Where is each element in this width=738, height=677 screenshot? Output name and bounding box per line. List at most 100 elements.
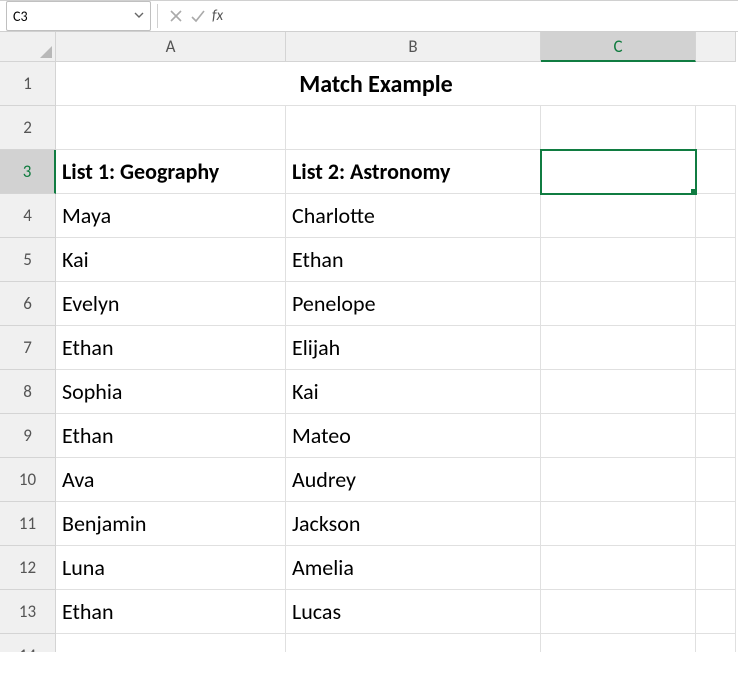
row-header-2[interactable]: 2 xyxy=(0,106,56,150)
row-header-3[interactable]: 3 xyxy=(0,150,56,194)
row-12: 12LunaAmelia xyxy=(0,546,738,590)
cancel-icon[interactable] xyxy=(166,6,186,26)
cell-c7[interactable] xyxy=(541,326,696,370)
row-header-5[interactable]: 5 xyxy=(0,238,56,282)
row-header-9[interactable]: 9 xyxy=(0,414,56,458)
row-header-13[interactable]: 13 xyxy=(0,590,56,634)
cell-d11[interactable] xyxy=(696,502,736,546)
cell-b12[interactable]: Amelia xyxy=(286,546,541,590)
cell-d14[interactable] xyxy=(696,634,736,652)
cell-d8[interactable] xyxy=(696,370,736,414)
name-box[interactable]: C3 xyxy=(6,1,151,31)
cell-c3[interactable] xyxy=(541,150,696,194)
cell-a10[interactable]: Ava xyxy=(56,458,286,502)
cell-d9[interactable] xyxy=(696,414,736,458)
column-header-c[interactable]: C xyxy=(541,32,696,62)
cell-c10[interactable] xyxy=(541,458,696,502)
cell-c5[interactable] xyxy=(541,238,696,282)
cell-d13[interactable] xyxy=(696,590,736,634)
row-1: 1 Match Example xyxy=(0,62,738,106)
cell-c1[interactable] xyxy=(541,62,696,106)
row-header-11[interactable]: 11 xyxy=(0,502,56,546)
cell-c9[interactable] xyxy=(541,414,696,458)
cell-c14[interactable] xyxy=(541,634,696,652)
cell-a6[interactable]: Evelyn xyxy=(56,282,286,326)
cell-d6[interactable] xyxy=(696,282,736,326)
formula-input[interactable] xyxy=(231,2,738,30)
name-box-value: C3 xyxy=(13,8,130,25)
column-header-d[interactable] xyxy=(696,32,736,62)
row-11: 11BenjaminJackson xyxy=(0,502,738,546)
cell-a1[interactable] xyxy=(56,62,286,106)
cell-a4[interactable]: Maya xyxy=(56,194,286,238)
row-9: 9EthanMateo xyxy=(0,414,738,458)
cell-a13[interactable]: Ethan xyxy=(56,590,286,634)
cell-a2[interactable] xyxy=(56,106,286,150)
cell-a8[interactable]: Sophia xyxy=(56,370,286,414)
row-6: 6EvelynPenelope xyxy=(0,282,738,326)
cell-d10[interactable] xyxy=(696,458,736,502)
cell-c12[interactable] xyxy=(541,546,696,590)
column-header-b[interactable]: B xyxy=(286,32,541,62)
cell-b9[interactable]: Mateo xyxy=(286,414,541,458)
cell-b1[interactable] xyxy=(286,62,541,106)
row-header-1[interactable]: 1 xyxy=(0,62,56,106)
row-5: 5KaiEthan xyxy=(0,238,738,282)
cell-a14[interactable] xyxy=(56,634,286,652)
enter-icon[interactable] xyxy=(188,6,208,26)
cell-d3[interactable] xyxy=(696,150,736,194)
row-2: 2 xyxy=(0,106,738,150)
cell-b2[interactable] xyxy=(286,106,541,150)
cell-b4[interactable]: Charlotte xyxy=(286,194,541,238)
cell-b11[interactable]: Jackson xyxy=(286,502,541,546)
cell-b13[interactable]: Lucas xyxy=(286,590,541,634)
column-header-a[interactable]: A xyxy=(56,32,286,62)
row-header-10[interactable]: 10 xyxy=(0,458,56,502)
row-3: 3 List 1: Geography List 2: Astronomy xyxy=(0,150,738,194)
cell-c13[interactable] xyxy=(541,590,696,634)
cell-b8[interactable]: Kai xyxy=(286,370,541,414)
row-header-14[interactable]: 14 xyxy=(0,634,56,652)
cell-b7[interactable]: Elijah xyxy=(286,326,541,370)
row-13: 13EthanLucas xyxy=(0,590,738,634)
cell-d1[interactable] xyxy=(696,62,736,106)
cell-b14[interactable] xyxy=(286,634,541,652)
spreadsheet-grid: A B C 1 Match Example 2 3 List 1: Geogra… xyxy=(0,32,738,652)
row-7: 7EthanElijah xyxy=(0,326,738,370)
row-header-6[interactable]: 6 xyxy=(0,282,56,326)
cell-a3[interactable]: List 1: Geography xyxy=(56,150,286,194)
row-14: 14 xyxy=(0,634,738,652)
fx-icon[interactable]: fx xyxy=(210,7,229,25)
cell-c11[interactable] xyxy=(541,502,696,546)
cell-b3[interactable]: List 2: Astronomy xyxy=(286,150,541,194)
chevron-down-icon[interactable] xyxy=(130,10,144,23)
cell-a12[interactable]: Luna xyxy=(56,546,286,590)
row-header-4[interactable]: 4 xyxy=(0,194,56,238)
cell-d2[interactable] xyxy=(696,106,736,150)
cell-a7[interactable]: Ethan xyxy=(56,326,286,370)
cell-d4[interactable] xyxy=(696,194,736,238)
cell-c6[interactable] xyxy=(541,282,696,326)
row-10: 10AvaAudrey xyxy=(0,458,738,502)
divider xyxy=(157,4,158,28)
row-header-12[interactable]: 12 xyxy=(0,546,56,590)
cell-d5[interactable] xyxy=(696,238,736,282)
cell-b10[interactable]: Audrey xyxy=(286,458,541,502)
column-header-row: A B C xyxy=(0,32,738,62)
select-all-corner[interactable] xyxy=(0,32,56,62)
row-8: 8SophiaKai xyxy=(0,370,738,414)
cell-a9[interactable]: Ethan xyxy=(56,414,286,458)
row-4: 4MayaCharlotte xyxy=(0,194,738,238)
formula-bar: C3 fx xyxy=(0,0,738,32)
cell-c4[interactable] xyxy=(541,194,696,238)
row-header-8[interactable]: 8 xyxy=(0,370,56,414)
cell-d12[interactable] xyxy=(696,546,736,590)
cell-c8[interactable] xyxy=(541,370,696,414)
row-header-7[interactable]: 7 xyxy=(0,326,56,370)
cell-b5[interactable]: Ethan xyxy=(286,238,541,282)
cell-c2[interactable] xyxy=(541,106,696,150)
cell-a11[interactable]: Benjamin xyxy=(56,502,286,546)
cell-a5[interactable]: Kai xyxy=(56,238,286,282)
cell-b6[interactable]: Penelope xyxy=(286,282,541,326)
cell-d7[interactable] xyxy=(696,326,736,370)
